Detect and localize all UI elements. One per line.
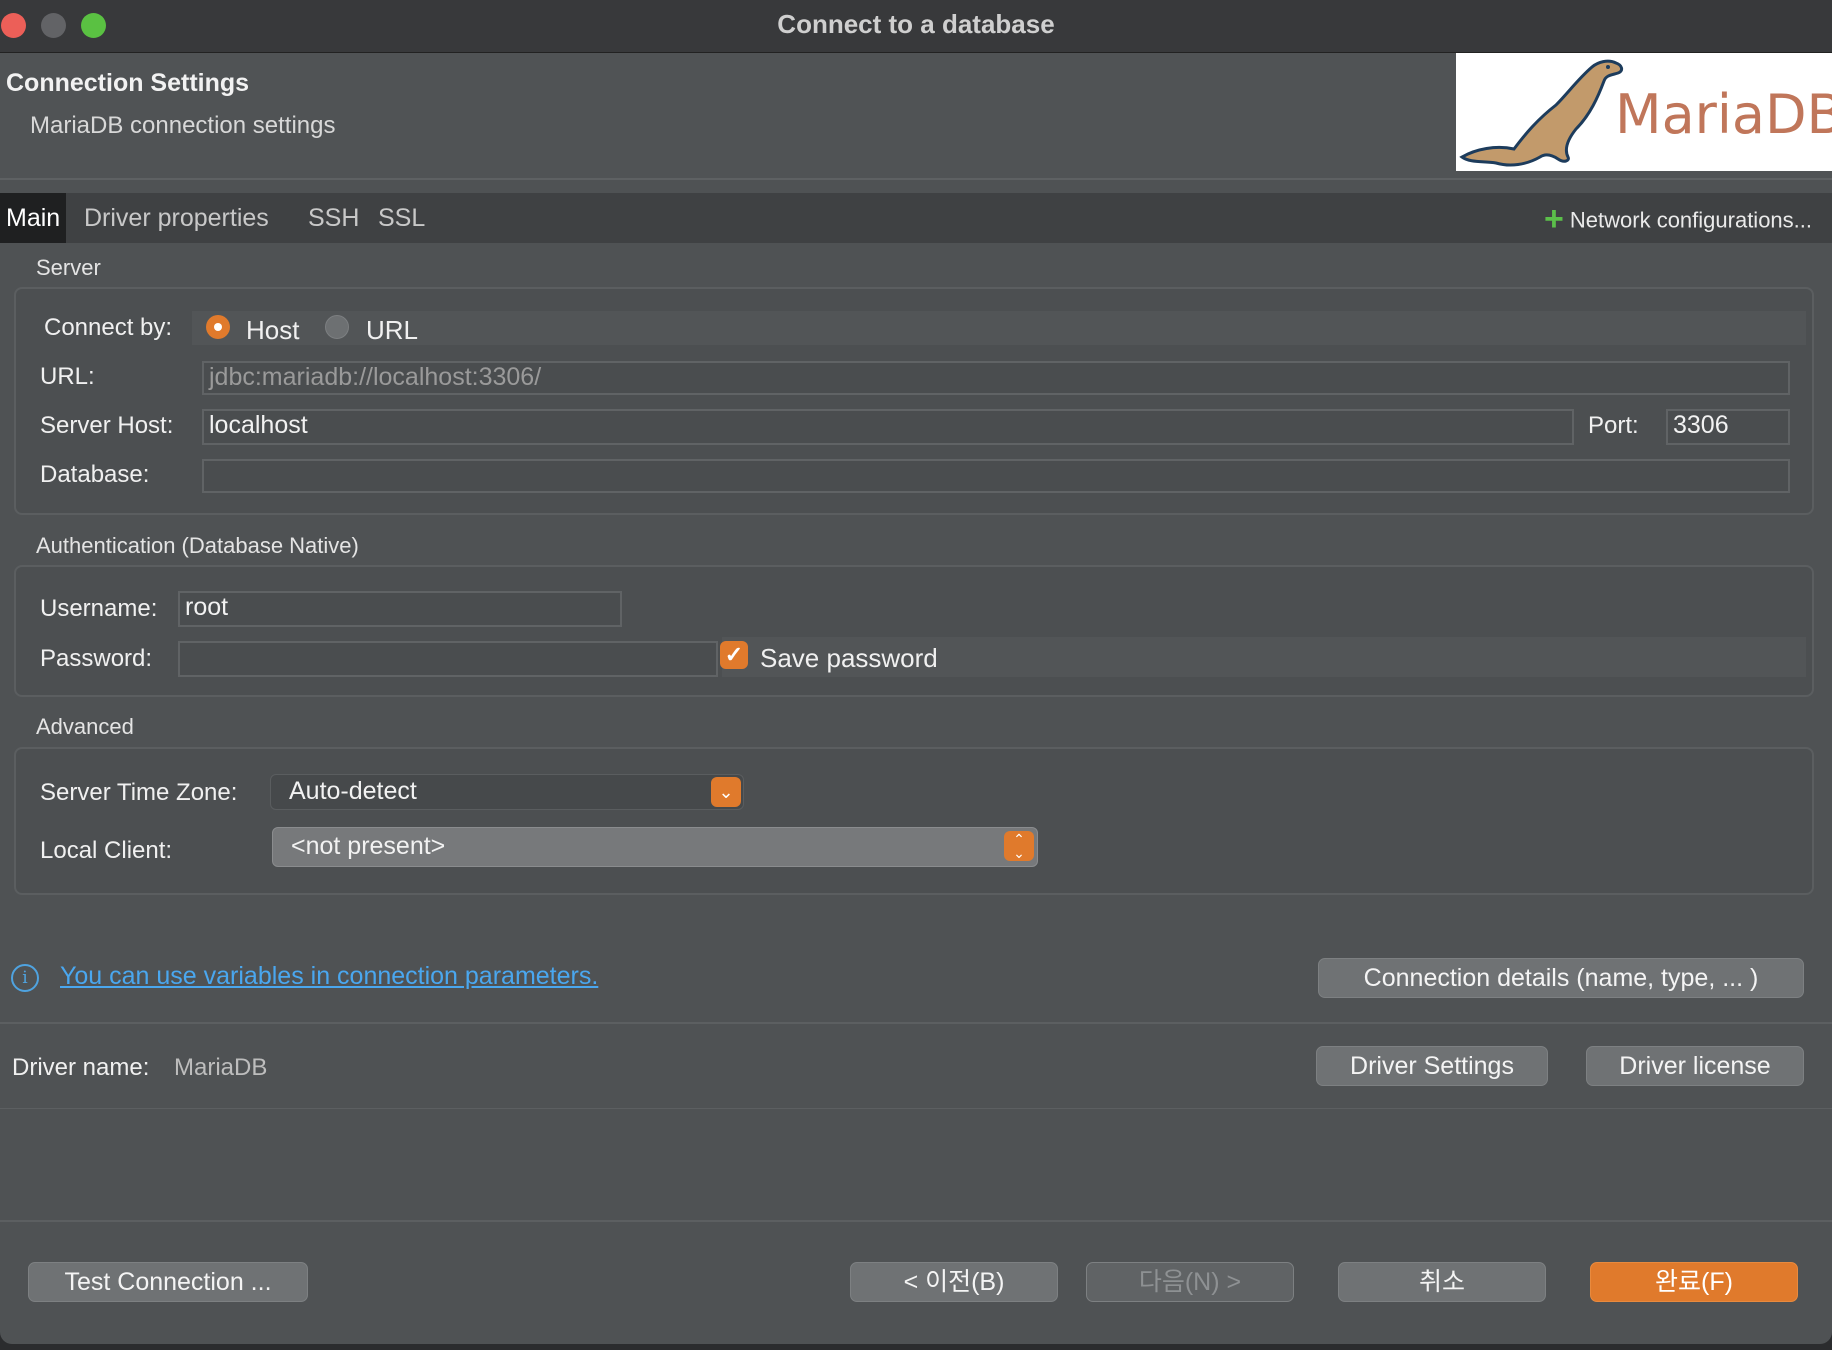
port-label: Port: — [1588, 412, 1639, 439]
plus-icon: + — [1544, 200, 1564, 238]
driver-license-button[interactable]: Driver license — [1586, 1046, 1804, 1086]
finish-button[interactable]: 완료(F) — [1590, 1262, 1798, 1302]
host-radio[interactable] — [206, 315, 230, 339]
password-label: Password: — [40, 645, 153, 672]
back-button[interactable]: < 이전(B) — [850, 1262, 1058, 1302]
chevron-down-icon[interactable]: ⌄ — [711, 777, 741, 807]
connection-details-button[interactable]: Connection details (name, type, ... ) — [1318, 958, 1804, 998]
info-icon: i — [11, 964, 39, 992]
host-radio-label[interactable]: Host — [246, 315, 299, 346]
chevron-up-down-icon[interactable]: ⌃ ⌄ — [1004, 831, 1034, 861]
title-bar: Connect to a database — [0, 0, 1832, 53]
tab-bar: Main Driver properties SSH SSL + Network … — [0, 193, 1832, 243]
password-input[interactable] — [178, 641, 718, 677]
local-client-select[interactable]: <not present> ⌃ ⌄ — [272, 827, 1038, 867]
dialog-window: Connect to a database Connection Setting… — [0, 0, 1832, 1344]
port-input[interactable]: 3306 — [1666, 409, 1790, 445]
mariadb-logo: MariaDB — [1456, 53, 1832, 171]
tab-ssh[interactable]: SSH — [308, 193, 359, 243]
url-input[interactable]: jdbc:mariadb://localhost:3306/ — [202, 361, 1790, 395]
tab-main[interactable]: Main — [0, 193, 67, 243]
server-host-label: Server Host: — [40, 412, 174, 439]
server-group-label: Server — [36, 255, 101, 280]
local-client-value: <not present> — [291, 832, 446, 860]
save-password-checkbox[interactable]: ✓ — [720, 641, 748, 669]
driver-name-value: MariaDB — [174, 1054, 268, 1081]
page-header: Connection Settings MariaDB connection s… — [0, 53, 1832, 180]
page-title: Connection Settings — [6, 69, 250, 97]
page-subtitle: MariaDB connection settings — [30, 112, 336, 139]
advanced-group-label: Advanced — [36, 714, 134, 739]
logo-wordmark: MariaDB — [1615, 83, 1832, 146]
auth-group-label: Authentication (Database Native) — [36, 533, 359, 558]
url-radio[interactable] — [325, 315, 349, 339]
url-label: URL: — [40, 363, 95, 390]
test-connection-button[interactable]: Test Connection ... — [28, 1262, 308, 1302]
divider — [0, 1108, 1832, 1109]
tab-driver-properties[interactable]: Driver properties — [84, 193, 269, 243]
auth-group: Username: root Password: ✓ Save password — [14, 565, 1814, 697]
network-configurations-label: Network configurations... — [1569, 207, 1812, 233]
server-time-zone-value: Auto-detect — [289, 777, 417, 805]
username-label: Username: — [40, 595, 158, 622]
driver-settings-button[interactable]: Driver Settings — [1316, 1046, 1548, 1086]
divider — [0, 1022, 1832, 1024]
save-password-label[interactable]: Save password — [760, 643, 938, 674]
window-title: Connect to a database — [777, 9, 1055, 39]
server-host-input[interactable]: localhost — [202, 409, 1574, 445]
connect-by-row — [192, 311, 1806, 345]
local-client-label: Local Client: — [40, 837, 173, 864]
driver-name-label: Driver name: — [12, 1054, 150, 1081]
database-label: Database: — [40, 461, 150, 488]
server-time-zone-label: Server Time Zone: — [40, 779, 238, 806]
divider — [0, 1220, 1832, 1222]
cancel-button[interactable]: 취소 — [1338, 1262, 1546, 1302]
connect-by-label: Connect by: — [44, 314, 173, 341]
advanced-group: Server Time Zone: Auto-detect ⌄ Local Cl… — [14, 747, 1814, 895]
server-group: Connect by: Host URL URL: jdbc:mariadb:/… — [14, 287, 1814, 515]
url-radio-label[interactable]: URL — [366, 315, 418, 346]
variables-help-link[interactable]: You can use variables in connection para… — [60, 962, 598, 991]
network-configurations-button[interactable]: + Network configurations... — [1544, 200, 1812, 241]
tab-ssl[interactable]: SSL — [378, 193, 425, 243]
username-input[interactable]: root — [178, 591, 622, 627]
sea-lion-icon — [1459, 59, 1624, 167]
next-button[interactable]: 다음(N) > — [1086, 1262, 1294, 1302]
database-input[interactable] — [202, 459, 1790, 493]
server-time-zone-select[interactable]: Auto-detect ⌄ — [270, 774, 744, 810]
